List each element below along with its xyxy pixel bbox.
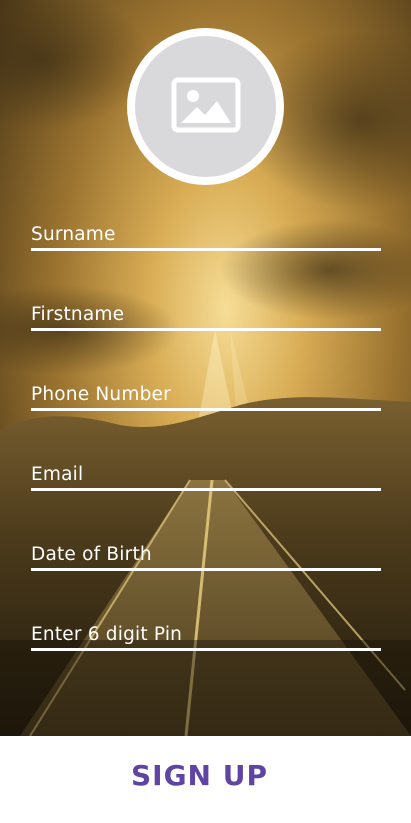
email-label: Email	[31, 464, 84, 485]
date-of-birth-field[interactable]: Date of Birth	[31, 538, 381, 571]
firstname-label: Firstname	[31, 304, 125, 325]
avatar-placeholder	[135, 36, 276, 177]
signup-button[interactable]: SIGN UP	[0, 736, 411, 823]
image-placeholder-icon	[171, 77, 241, 137]
surname-field[interactable]: Surname	[31, 218, 381, 251]
email-field[interactable]: Email	[31, 458, 381, 491]
profile-photo-picker[interactable]	[127, 28, 284, 185]
surname-label: Surname	[31, 224, 116, 245]
firstname-field[interactable]: Firstname	[31, 298, 381, 331]
date-of-birth-label: Date of Birth	[31, 544, 152, 565]
signup-screen: Surname Firstname Phone Number Email Dat…	[0, 0, 411, 823]
pin-label: Enter 6 digit Pin	[31, 624, 183, 645]
signup-label: SIGN UP	[130, 759, 268, 792]
phone-number-label: Phone Number	[31, 384, 171, 405]
pin-field[interactable]: Enter 6 digit Pin	[31, 618, 381, 651]
phone-number-field[interactable]: Phone Number	[31, 378, 381, 411]
